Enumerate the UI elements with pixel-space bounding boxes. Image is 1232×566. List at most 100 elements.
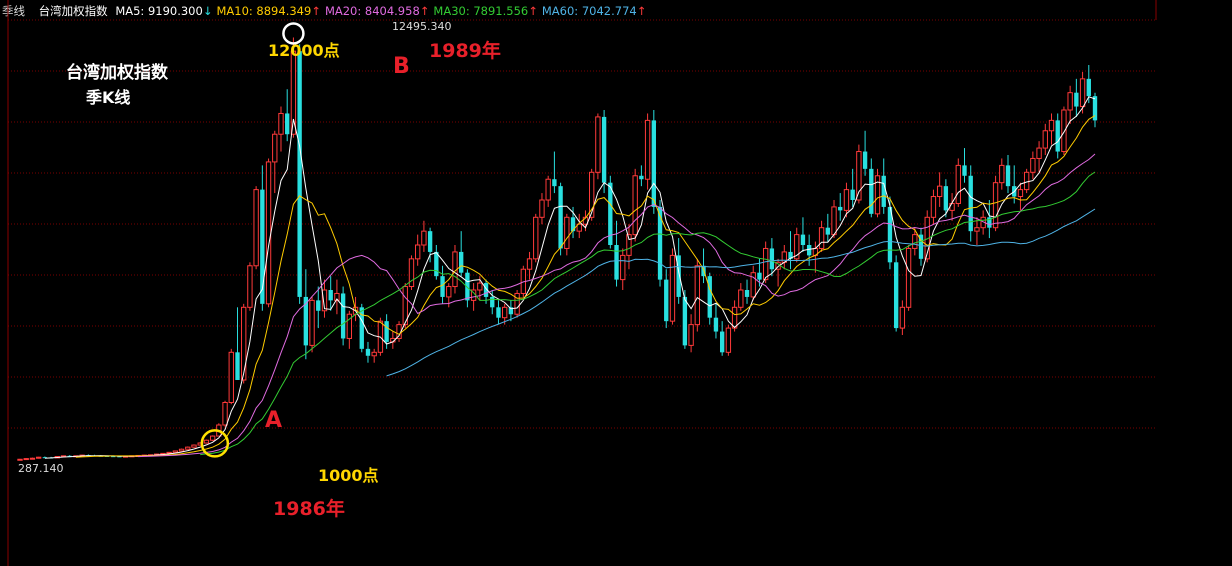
candle-body-up <box>694 265 700 326</box>
candle-body-down <box>316 300 321 311</box>
candle-body-down <box>1055 120 1060 152</box>
grid <box>7 0 1157 566</box>
candle-body-up <box>955 164 961 204</box>
candle-body-down <box>757 272 762 280</box>
ma-line-ma10 <box>75 115 1096 458</box>
candle-body-down <box>707 276 712 318</box>
candle-body-up <box>514 292 520 315</box>
candle-body-up <box>533 216 539 260</box>
candles-group <box>17 37 1098 461</box>
candle-body-down <box>968 175 973 232</box>
candle-body-up <box>241 306 247 381</box>
candle-body-up <box>278 112 284 135</box>
candle-body-down <box>943 186 949 211</box>
candle-body-up <box>731 306 738 329</box>
candle-body-up <box>669 254 676 322</box>
candle-body-up <box>502 306 508 319</box>
candle-body-up <box>191 444 197 448</box>
candle-body-up <box>272 133 278 163</box>
candle-body-up <box>738 289 744 308</box>
point-b-label: B <box>393 54 410 79</box>
candle-body-up <box>1061 109 1067 153</box>
chart-title: 台湾加权指数 <box>66 63 168 83</box>
candle-body-up <box>589 171 595 218</box>
candle-body-down <box>496 307 501 318</box>
candle-body-down <box>434 251 439 277</box>
ma-lines-group <box>44 96 1096 459</box>
candle-body-down <box>552 179 557 187</box>
candle-body-up <box>178 448 185 452</box>
candlestick-chart[interactable] <box>0 0 1232 566</box>
candle-body-down <box>862 151 868 169</box>
candle-body-up <box>620 254 626 281</box>
candle-body-down <box>285 113 290 135</box>
candle-body-up <box>209 435 216 441</box>
candle-body-down <box>1005 165 1011 187</box>
candle-body-down <box>384 321 389 342</box>
candle-body-up <box>644 119 651 180</box>
candle-body-up <box>421 230 427 246</box>
candle-body-down <box>235 352 240 380</box>
candle-body-down <box>744 290 750 297</box>
candle-body-down <box>893 262 899 329</box>
candle-body-down <box>639 175 644 180</box>
candle-body-down <box>719 331 725 353</box>
candle-body-down <box>1074 92 1079 107</box>
candle-body-down <box>651 120 656 207</box>
candle-body-down <box>328 290 333 301</box>
candle-body-up <box>874 175 881 215</box>
candle-body-up <box>172 450 179 453</box>
candle-body-down <box>614 245 619 280</box>
candle-body-up <box>688 324 694 346</box>
candle-body-up <box>23 458 29 461</box>
candle-body-up <box>1017 189 1024 198</box>
candle-body-up <box>1067 92 1073 111</box>
candle-body-up <box>1023 171 1030 191</box>
candle-body-up <box>831 206 837 236</box>
candle-body-down <box>806 245 812 256</box>
candle-body-up <box>265 161 272 305</box>
candle-body-down <box>601 116 607 183</box>
candle-body-up <box>17 458 23 461</box>
candle-body-down <box>490 296 495 308</box>
candle-body-up <box>309 299 315 346</box>
candle-body-up <box>1079 78 1086 108</box>
candle-body-up <box>564 216 570 249</box>
candle-body-up <box>1048 119 1055 132</box>
candle-body-up <box>843 189 850 211</box>
candle-body-down <box>881 175 886 207</box>
candle-body-down <box>869 168 874 214</box>
candle-body-up <box>949 202 955 211</box>
candle-body-up <box>477 282 483 291</box>
candle-body-down <box>459 251 464 273</box>
candle-body-up <box>632 175 638 236</box>
candle-body-up <box>974 227 980 232</box>
level-a-label: 1000点 <box>318 466 379 485</box>
ma-line-ma5 <box>44 96 1096 459</box>
candle-body-up <box>936 185 943 198</box>
candle-body-up <box>203 439 210 444</box>
candle-body-down <box>850 189 855 200</box>
candle-body-up <box>228 351 234 403</box>
candle-body-up <box>222 402 228 426</box>
level-b-label: 12000点 <box>268 41 340 60</box>
candle-body-down <box>427 231 433 252</box>
candle-body-down <box>365 348 371 356</box>
candle-body-down <box>1086 78 1091 97</box>
candle-body-up <box>545 178 551 201</box>
candle-body-up <box>725 327 732 353</box>
candle-body-down <box>664 279 669 322</box>
candle-body-down <box>800 234 806 245</box>
candle-body-down <box>340 293 346 339</box>
candle-body-up <box>912 234 918 249</box>
ma-line-ma30 <box>200 171 1096 456</box>
candle-body-up <box>526 258 533 270</box>
candle-body-down <box>838 206 843 211</box>
candle-body-up <box>905 247 912 308</box>
candle-body-up <box>762 247 769 281</box>
chart-subtitle: 季K线 <box>86 88 131 107</box>
candle-body-up <box>29 457 36 460</box>
candle-body-down <box>657 206 663 280</box>
candle-body-up <box>818 227 825 249</box>
point-a-label: A <box>265 408 283 433</box>
